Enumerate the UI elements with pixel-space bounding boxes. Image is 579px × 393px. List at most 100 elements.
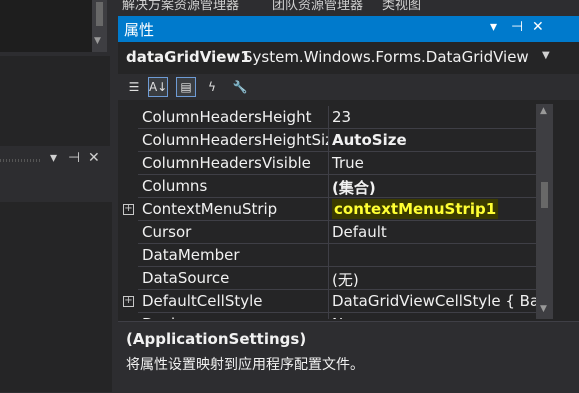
property-row[interactable]: ColumnHeadersHeight 23 [118, 106, 536, 129]
close-icon[interactable]: ✕ [88, 150, 100, 166]
close-icon[interactable]: ✕ [532, 19, 544, 35]
left-toolbar-strip [0, 174, 112, 202]
expand-icon[interactable]: + [123, 204, 134, 215]
tab-class-view[interactable]: 类视图 [382, 0, 421, 13]
properties-icon[interactable]: ▤ [176, 77, 196, 97]
right-padding [553, 104, 579, 319]
pin-icon[interactable]: ⊣ [511, 19, 523, 35]
object-type: System.Windows.Forms.DataGridView [243, 48, 529, 66]
row-gutter [118, 313, 138, 319]
property-name[interactable]: DefaultCellStyle [142, 292, 328, 310]
property-name[interactable]: ContextMenuStrip [142, 200, 328, 218]
events-icon[interactable]: ϟ [202, 77, 222, 97]
scroll-up-icon[interactable]: ▲ [540, 106, 547, 116]
property-row[interactable]: Dock None [118, 313, 536, 319]
property-grid-scrollbar[interactable]: ▲ ▼ [536, 104, 553, 319]
row-gutter [118, 129, 138, 152]
property-pages-icon[interactable]: 🔧 [230, 77, 250, 97]
categorized-icon[interactable]: ☰ [124, 77, 144, 97]
row-gutter [118, 106, 138, 129]
column-divider[interactable] [328, 129, 329, 152]
column-divider[interactable] [328, 221, 329, 244]
property-name[interactable]: ColumnHeadersHeightSizeMode [142, 131, 328, 149]
tab-solution-explorer[interactable]: 解决方案资源管理器 [122, 0, 239, 13]
left-panel-header: ▾ ⊣ ✕ [0, 148, 112, 172]
chevron-down-icon[interactable]: ▼ [542, 50, 550, 61]
properties-toolbar: ☰ A↓ ▤ ϟ 🔧 [118, 74, 579, 100]
top-tab-strip: 解决方案资源管理器 团队资源管理器 类视图 [120, 0, 579, 14]
column-divider[interactable] [328, 152, 329, 175]
description-text: 将属性设置映射到应用程序配置文件。 [126, 357, 364, 373]
property-value-text: contextMenuStrip1 [332, 199, 499, 219]
property-value-text: DataGridViewCellStyle { BackColor [332, 292, 536, 310]
property-value-text: True [332, 154, 364, 172]
expand-icon[interactable]: + [123, 296, 134, 307]
row-gutter [118, 221, 138, 244]
description-pane: (ApplicationSettings) 将属性设置映射到应用程序配置文件。 [118, 321, 579, 393]
property-name[interactable]: DataSource [142, 269, 328, 287]
object-selector[interactable]: dataGridView1 System.Windows.Forms.DataG… [118, 42, 579, 72]
editor-scrollbar[interactable]: ▼ [92, 0, 107, 52]
property-row[interactable]: Cursor Default [118, 221, 536, 244]
column-divider[interactable] [328, 175, 329, 198]
pin-icon[interactable]: ⊣ [68, 150, 80, 166]
property-value[interactable]: DataGridViewCellStyle { BackColor [332, 292, 536, 310]
row-gutter: + [118, 198, 138, 221]
property-value-text: Default [332, 223, 387, 241]
property-value[interactable]: contextMenuStrip1 [332, 199, 499, 219]
column-divider[interactable] [328, 313, 329, 319]
tab-team-explorer[interactable]: 团队资源管理器 [272, 0, 363, 13]
property-grid: ColumnHeadersHeight 23 ColumnHeadersHeight… [118, 104, 536, 319]
property-value-text: (集合) [332, 179, 376, 197]
scroll-down-icon[interactable]: ▼ [94, 36, 101, 46]
property-name[interactable]: Cursor [142, 223, 328, 241]
property-value-text: 23 [332, 108, 352, 126]
property-name[interactable]: ColumnHeadersVisible [142, 154, 328, 172]
column-divider[interactable] [328, 198, 329, 221]
properties-title: 属性 [124, 21, 155, 39]
property-value[interactable]: None [332, 315, 371, 319]
object-name: dataGridView1 [126, 48, 251, 66]
property-value[interactable]: True [332, 154, 364, 172]
property-value[interactable]: (无) [332, 269, 359, 290]
property-value[interactable]: Default [332, 223, 387, 241]
property-row[interactable]: DataSource (无) [118, 267, 536, 290]
description-title: (ApplicationSettings) [126, 330, 307, 348]
property-name[interactable]: Columns [142, 177, 328, 195]
left-bottom-pane [0, 174, 112, 392]
property-value-text: AutoSize [332, 131, 407, 149]
grip-bar [0, 159, 40, 162]
properties-title-bar: 属性 ▾ ⊣ ✕ [118, 16, 579, 42]
property-value[interactable]: AutoSize [332, 131, 407, 149]
column-divider[interactable] [328, 267, 329, 290]
dropdown-icon[interactable]: ▾ [50, 150, 57, 166]
left-pane [0, 56, 110, 146]
alphabetical-icon[interactable]: A↓ [148, 77, 168, 97]
property-row[interactable]: ColumnHeadersHeightSizeModeAutoSize [118, 129, 536, 152]
scroll-down-icon[interactable]: ▼ [540, 304, 547, 314]
property-row[interactable]: ColumnHeadersVisible True [118, 152, 536, 175]
scroll-thumb[interactable] [541, 182, 548, 208]
property-row[interactable]: + ContextMenuStrip contextMenuStrip1 [118, 198, 536, 221]
property-name[interactable]: Dock [142, 315, 328, 319]
column-divider[interactable] [328, 290, 329, 313]
properties-window: 属性 ▾ ⊣ ✕ dataGridView1 System.Windows.Fo… [118, 16, 579, 393]
dropdown-icon[interactable]: ▾ [490, 19, 497, 35]
row-gutter [118, 267, 138, 290]
property-row[interactable]: Columns (集合) [118, 175, 536, 198]
editor-area [0, 0, 92, 52]
property-value-text: None [332, 315, 371, 319]
property-value-text: (无) [332, 271, 359, 289]
property-name[interactable]: ColumnHeadersHeight [142, 108, 328, 126]
row-gutter [118, 175, 138, 198]
column-divider[interactable] [328, 244, 329, 267]
property-row[interactable]: DataMember [118, 244, 536, 267]
property-name[interactable]: DataMember [142, 246, 328, 264]
row-gutter [118, 152, 138, 175]
property-value[interactable]: (集合) [332, 177, 376, 198]
row-gutter: + [118, 290, 138, 313]
property-value[interactable]: 23 [332, 108, 351, 126]
column-divider[interactable] [328, 106, 329, 129]
scroll-thumb[interactable] [96, 2, 103, 26]
property-row[interactable]: + DefaultCellStyle DataGridViewCellStyle {… [118, 290, 536, 313]
